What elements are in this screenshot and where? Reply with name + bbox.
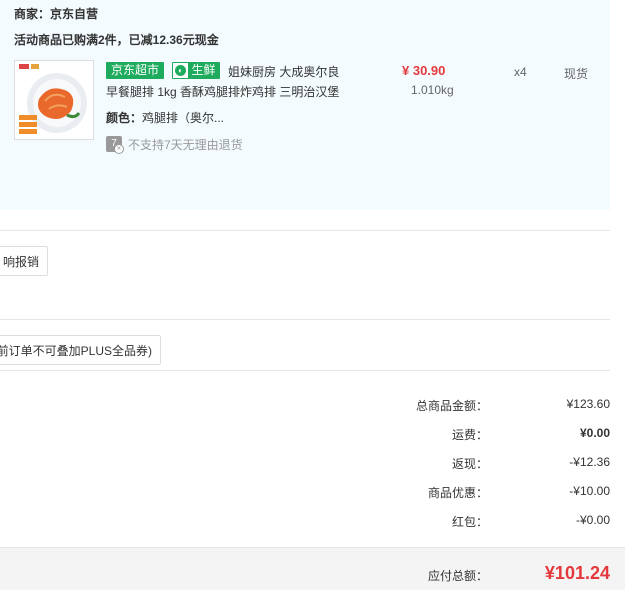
product-quantity: x4: [514, 65, 527, 79]
fresh-tag: ◐ 生鲜: [172, 62, 220, 79]
coupon-button[interactable]: 前订单不可叠加PLUS全品券): [0, 335, 161, 365]
divider: [0, 319, 610, 320]
summary-value-discount: -¥10.00: [569, 484, 610, 498]
product-thumbnail[interactable]: [14, 60, 94, 140]
summary-value-cashback: -¥12.36: [569, 455, 610, 469]
summary-value-red-packet: -¥0.00: [575, 513, 610, 527]
promo-text: 活动商品已购满2件，已减12.36元现金: [14, 33, 219, 47]
summary-value-shipping: ¥0.00: [579, 426, 610, 440]
product-color: 颜色：鸡腿排（奥尔...: [106, 109, 224, 126]
total-amount: ¥101.24: [544, 563, 610, 583]
cross-icon: ✕: [114, 144, 124, 154]
merchant-name: 商家：京东自营: [14, 7, 99, 21]
product-price: ¥ 30.90: [402, 63, 446, 78]
fresh-tag-label: 生鲜: [188, 63, 219, 78]
summary-value-goods-total: ¥123.60: [566, 397, 610, 411]
product-title-line1[interactable]: 姐妹厨房 大成奥尔良: [228, 63, 339, 80]
color-value: 鸡腿排（奥尔...: [142, 111, 225, 125]
divider: [0, 370, 610, 371]
product-title-line2[interactable]: 早餐腿排 1kg 香酥鸡腿排炸鸡排 三明治汉堡: [106, 83, 339, 100]
no-return-icon: 7 ✕: [106, 136, 124, 154]
color-label: 颜色：: [106, 111, 143, 125]
stock-status: 现货: [564, 67, 589, 81]
divider: [0, 230, 610, 231]
jd-supermarket-tag: 京东超市: [106, 62, 165, 79]
no-return-notice: 不支持7天无理由退货: [128, 138, 243, 152]
fresh-logo-icon: ◐: [175, 65, 186, 76]
chicken-dish-image: [15, 61, 93, 139]
invoice-button[interactable]: 响报销: [0, 246, 48, 276]
product-weight: 1.010kg: [411, 83, 454, 97]
